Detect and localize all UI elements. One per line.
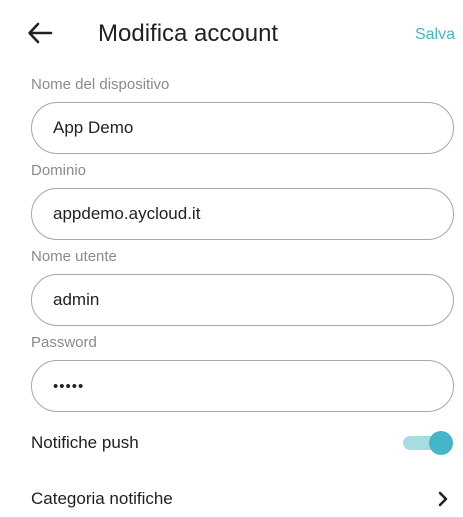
password-field[interactable]: •••••: [31, 360, 454, 412]
domain-field[interactable]: appdemo.aycloud.it: [31, 188, 454, 240]
arrow-left-icon: [28, 22, 53, 44]
push-notifications-row: Notifiche push: [31, 423, 455, 463]
chevron-right-icon: [438, 491, 448, 507]
app-header: Modifica account Salva: [0, 0, 463, 66]
device-name-label: Nome del dispositivo: [31, 76, 170, 93]
domain-value: appdemo.aycloud.it: [53, 204, 201, 223]
back-button[interactable]: [26, 18, 56, 48]
password-value: •••••: [53, 378, 85, 395]
username-label: Nome utente: [31, 248, 117, 265]
push-notifications-toggle[interactable]: [403, 431, 453, 455]
password-label: Password: [31, 334, 97, 351]
username-value: admin: [53, 290, 100, 309]
push-notifications-label: Notifiche push: [31, 433, 139, 452]
username-field[interactable]: admin: [31, 274, 454, 326]
page-title: Modifica account: [98, 20, 279, 47]
notification-categories-row[interactable]: Categoria notifiche: [31, 479, 455, 517]
notification-categories-label: Categoria notifiche: [31, 489, 173, 508]
save-button[interactable]: Salva: [415, 25, 455, 45]
toggle-thumb: [429, 431, 453, 455]
device-name-value: App Demo: [53, 118, 134, 137]
domain-label: Dominio: [31, 162, 87, 179]
device-name-field[interactable]: App Demo: [31, 102, 454, 154]
